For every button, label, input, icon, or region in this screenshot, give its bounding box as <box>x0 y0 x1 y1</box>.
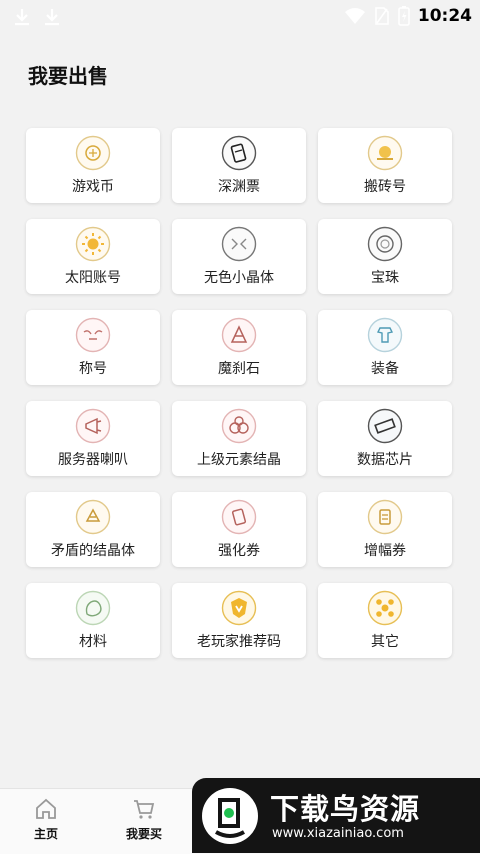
amplify-coupon-icon <box>367 499 403 535</box>
category-orb[interactable]: 宝珠 <box>318 219 452 294</box>
category-enhance-coupon[interactable]: 强化券 <box>172 492 306 567</box>
material-icon <box>75 590 111 626</box>
tab-buy[interactable]: 我要买 <box>114 797 174 842</box>
status-bar: 10:24 <box>0 0 480 36</box>
watermark-banner: 下载鸟资源 www.xiazainiao.com <box>192 778 480 853</box>
coin-icon <box>75 135 111 171</box>
gold-bars-icon <box>367 135 403 171</box>
status-time: 10:24 <box>417 6 472 26</box>
demon-stone-icon <box>221 317 257 353</box>
watermark-url: www.xiazainiao.com <box>272 826 404 841</box>
category-server-megaphone[interactable]: 服务器喇叭 <box>26 401 160 476</box>
watermark-logo <box>202 788 258 844</box>
watermark-title: 下载鸟资源 <box>270 792 421 826</box>
category-label: 上级元素结晶 <box>197 452 281 468</box>
wifi-icon <box>344 8 365 24</box>
chip-icon <box>367 408 403 444</box>
category-label: 游戏币 <box>72 179 114 195</box>
category-grid: 游戏币 深渊票 搬砖号 太阳账号 无色小晶体 宝珠 称号 魔刹石 装备 服务器喇… <box>26 128 452 658</box>
category-contradiction-crystal[interactable]: 矛盾的结晶体 <box>26 492 160 567</box>
category-game-coin[interactable]: 游戏币 <box>26 128 160 203</box>
veteran-code-icon <box>221 590 257 626</box>
category-material[interactable]: 材料 <box>26 583 160 658</box>
category-label: 深渊票 <box>218 179 260 195</box>
category-label: 太阳账号 <box>65 270 121 286</box>
category-title[interactable]: 称号 <box>26 310 160 385</box>
category-amplify-coupon[interactable]: 增幅券 <box>318 492 452 567</box>
category-sun-account[interactable]: 太阳账号 <box>26 219 160 294</box>
category-label: 宝珠 <box>371 270 399 286</box>
category-colorless-crystal[interactable]: 无色小晶体 <box>172 219 306 294</box>
element-crystal-icon <box>221 408 257 444</box>
category-other[interactable]: 其它 <box>318 583 452 658</box>
category-label: 老玩家推荐码 <box>197 634 281 650</box>
crystal-icon <box>221 226 257 262</box>
tab-home-label: 主页 <box>33 827 58 841</box>
category-demon-stone[interactable]: 魔刹石 <box>172 310 306 385</box>
category-label: 材料 <box>79 634 107 650</box>
tab-home[interactable]: 主页 <box>16 797 76 842</box>
category-data-chip[interactable]: 数据芯片 <box>318 401 452 476</box>
category-label: 增幅券 <box>364 543 406 559</box>
equipment-icon <box>367 317 403 353</box>
other-icon <box>367 590 403 626</box>
ticket-icon <box>221 135 257 171</box>
no-sim-icon <box>375 7 389 25</box>
category-veteran-code[interactable]: 老玩家推荐码 <box>172 583 306 658</box>
category-label: 魔刹石 <box>218 361 260 377</box>
category-label: 无色小晶体 <box>204 270 274 286</box>
tab-buy-label: 我要买 <box>125 827 162 841</box>
category-equipment[interactable]: 装备 <box>318 310 452 385</box>
page-title: 我要出售 <box>28 64 108 88</box>
download-icon <box>15 9 29 26</box>
home-icon <box>36 798 56 819</box>
category-label: 其它 <box>371 634 399 650</box>
category-label: 服务器喇叭 <box>58 452 128 468</box>
megaphone-icon <box>75 408 111 444</box>
sun-icon <box>75 226 111 262</box>
orb-icon <box>367 226 403 262</box>
category-brick-account[interactable]: 搬砖号 <box>318 128 452 203</box>
category-label: 称号 <box>79 361 107 377</box>
battery-icon <box>398 6 410 26</box>
download-icon <box>45 9 59 26</box>
category-element-crystal[interactable]: 上级元素结晶 <box>172 401 306 476</box>
enhance-coupon-icon <box>221 499 257 535</box>
category-label: 强化券 <box>218 543 260 559</box>
category-label: 装备 <box>371 361 399 377</box>
cart-icon <box>134 800 155 819</box>
title-icon <box>75 317 111 353</box>
category-label: 数据芯片 <box>357 452 413 468</box>
contradiction-crystal-icon <box>75 499 111 535</box>
category-abyss-ticket[interactable]: 深渊票 <box>172 128 306 203</box>
category-label: 矛盾的结晶体 <box>51 543 135 559</box>
category-label: 搬砖号 <box>364 179 406 195</box>
